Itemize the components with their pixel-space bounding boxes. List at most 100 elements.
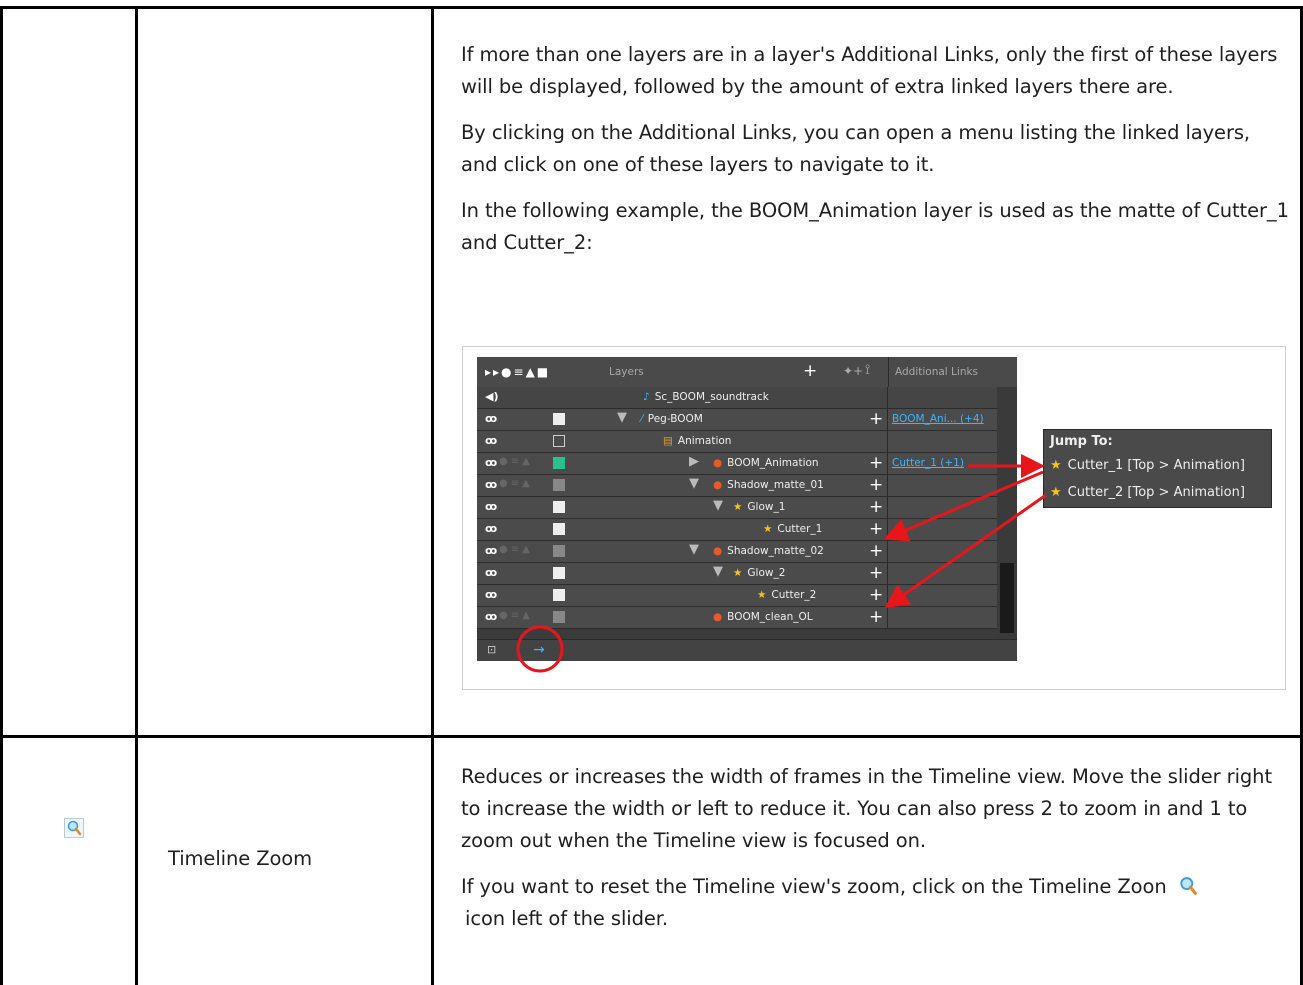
header-layers-label: Layers [609, 366, 644, 378]
vertical-scrollbar [997, 387, 1017, 639]
layer-toggles: ●≡▲ [499, 456, 533, 467]
color-swatch [553, 435, 565, 447]
layer-name-text: Sc_BOOM_soundtrack [654, 391, 769, 403]
timeline-zoom-icon: ⊡ [487, 643, 497, 656]
add-link-icon: + [869, 607, 884, 627]
col-sep [887, 541, 888, 563]
layer-toggles: ●≡▲ [499, 610, 533, 621]
layer-row: ꝏ ▼ ★ Glow_2 + [477, 563, 997, 585]
star-icon: ★ [733, 501, 743, 513]
sound-icon: ◀) [485, 390, 499, 403]
sound-layer-icon: ♪ [643, 391, 650, 403]
drawing-layer-icon: ● [713, 545, 723, 557]
eye-icon: ꝏ [485, 610, 498, 623]
add-layer-icon: + [803, 361, 818, 381]
col-sep [887, 409, 888, 431]
jump-to-menu: Jump To: ★ Cutter_1 [Top > Animation] ★ Cu… [1043, 429, 1272, 508]
col-sep [887, 607, 888, 629]
eye-icon: ꝏ [485, 434, 498, 447]
layer-name-text: Animation [677, 435, 732, 447]
col-border-2 [431, 8, 434, 985]
layer-row: ꝏ ●≡▲ ▼ ● Shadow_matte_02 + [477, 541, 997, 563]
layer-name: ★ Cutter_1 [763, 523, 822, 535]
layer-name: ♪ Sc_BOOM_soundtrack [643, 391, 769, 403]
add-link-icon: + [869, 453, 884, 473]
col-border-left [0, 8, 3, 985]
col-sep [887, 519, 888, 541]
col-sep [887, 497, 888, 519]
col-sep [887, 475, 888, 497]
add-link-icon: + [869, 409, 884, 429]
layer-name-text: Glow_1 [747, 501, 786, 513]
layer-row: ꝏ ●≡▲ ▶ ● BOOM_Animation + Cutter_1 (+1) [477, 453, 997, 475]
layer-name-text: BOOM_Animation [727, 457, 819, 469]
expand-icon: ▼ [713, 564, 723, 579]
expand-icon: ▼ [689, 542, 699, 557]
layer-name: ▤ Animation [663, 435, 731, 447]
layer-name: ● Shadow_matte_02 [713, 545, 824, 557]
row2-description: Reduces or increases the width of frames… [461, 761, 1291, 935]
timeline-zoom-inline-icon [1180, 877, 1197, 895]
layer-name: ● Shadow_matte_01 [713, 479, 824, 491]
layer-name-text: Cutter_1 [777, 523, 823, 535]
layer-name: ★ Glow_2 [733, 567, 785, 579]
jump-to-item: ★ Cutter_1 [Top > Animation] [1050, 458, 1245, 473]
eye-icon: ꝏ [485, 566, 498, 579]
paragraph-text: If you want to reset the Timeline view's… [461, 875, 1167, 898]
layer-name: ★ Glow_1 [733, 501, 785, 513]
paragraph: In the following example, the BOOM_Anima… [461, 199, 1289, 254]
expand-icon: ▼ [617, 410, 627, 425]
layers-panel-screenshot: ▸▸●≡▲■ Layers + ✦+ ⟟ Additional Links ◀)… [477, 357, 1017, 661]
paragraph-text: icon left of the slider. [465, 907, 668, 930]
star-icon: ★ [763, 523, 773, 535]
expand-icon: ▼ [713, 498, 723, 513]
layer-row: ◀) ♪ Sc_BOOM_soundtrack [477, 387, 997, 409]
col-sep [887, 387, 888, 409]
tool-name: Timeline Zoom [168, 847, 313, 870]
star-icon: ★ [1050, 458, 1062, 473]
color-swatch [553, 589, 565, 601]
eye-icon: ꝏ [485, 478, 498, 491]
eye-icon: ꝏ [485, 412, 498, 425]
layer-name: ⁄ Peg-BOOM [641, 413, 703, 425]
peg-icon: ⁄ [641, 413, 643, 425]
eye-icon: ꝏ [485, 588, 498, 601]
row2-tool-name: Timeline Zoom [168, 843, 418, 875]
add-link-icon: + [869, 563, 884, 583]
star-icon: ★ [733, 567, 743, 579]
add-link-icon: + [869, 585, 884, 605]
jump-to-item: ★ Cutter_2 [Top > Animation] [1050, 485, 1245, 500]
expand-icon: ▼ [689, 476, 699, 491]
header-divider [888, 357, 889, 387]
layer-name-text: Glow_2 [747, 567, 786, 579]
eye-icon: ꝏ [485, 522, 498, 535]
table-top-border [0, 6, 1303, 9]
layers-footer: ⊡ → [477, 639, 1017, 661]
star-icon: ★ [1050, 485, 1062, 500]
paragraph: Reduces or increases the width of frames… [461, 765, 1272, 852]
col-sep [887, 563, 888, 585]
show-additional-links-button: → [533, 642, 545, 658]
drawing-layer-icon: ● [713, 611, 723, 623]
eye-icon: ꝏ [485, 500, 498, 513]
additional-link: BOOM_Ani... (+4) [892, 413, 984, 425]
color-swatch [553, 457, 565, 469]
row-divider [0, 735, 1303, 738]
col-sep [887, 453, 888, 475]
drawing-layer-icon: ● [713, 457, 723, 469]
color-swatch [553, 501, 565, 513]
add-peg-icon: ⟟ [865, 362, 871, 378]
add-link-icon: + [869, 519, 884, 539]
paragraph: If more than one layers are in a layer's… [461, 43, 1278, 98]
additional-link: Cutter_1 (+1) [892, 457, 964, 469]
layer-row: ꝏ ▼ ★ Glow_1 + [477, 497, 997, 519]
layer-name: ★ Cutter_2 [757, 589, 816, 601]
timeline-zoom-icon [64, 818, 84, 838]
row1-description: If more than one layers are in a layer's… [461, 39, 1291, 259]
header-additional-links-label: Additional Links [895, 366, 979, 378]
add-link-icon: + [869, 475, 884, 495]
layer-row: ꝏ ★ Cutter_2 + [477, 585, 997, 607]
color-swatch [553, 413, 565, 425]
scroll-thumb [1000, 563, 1014, 633]
jump-to-title: Jump To: [1050, 434, 1113, 449]
